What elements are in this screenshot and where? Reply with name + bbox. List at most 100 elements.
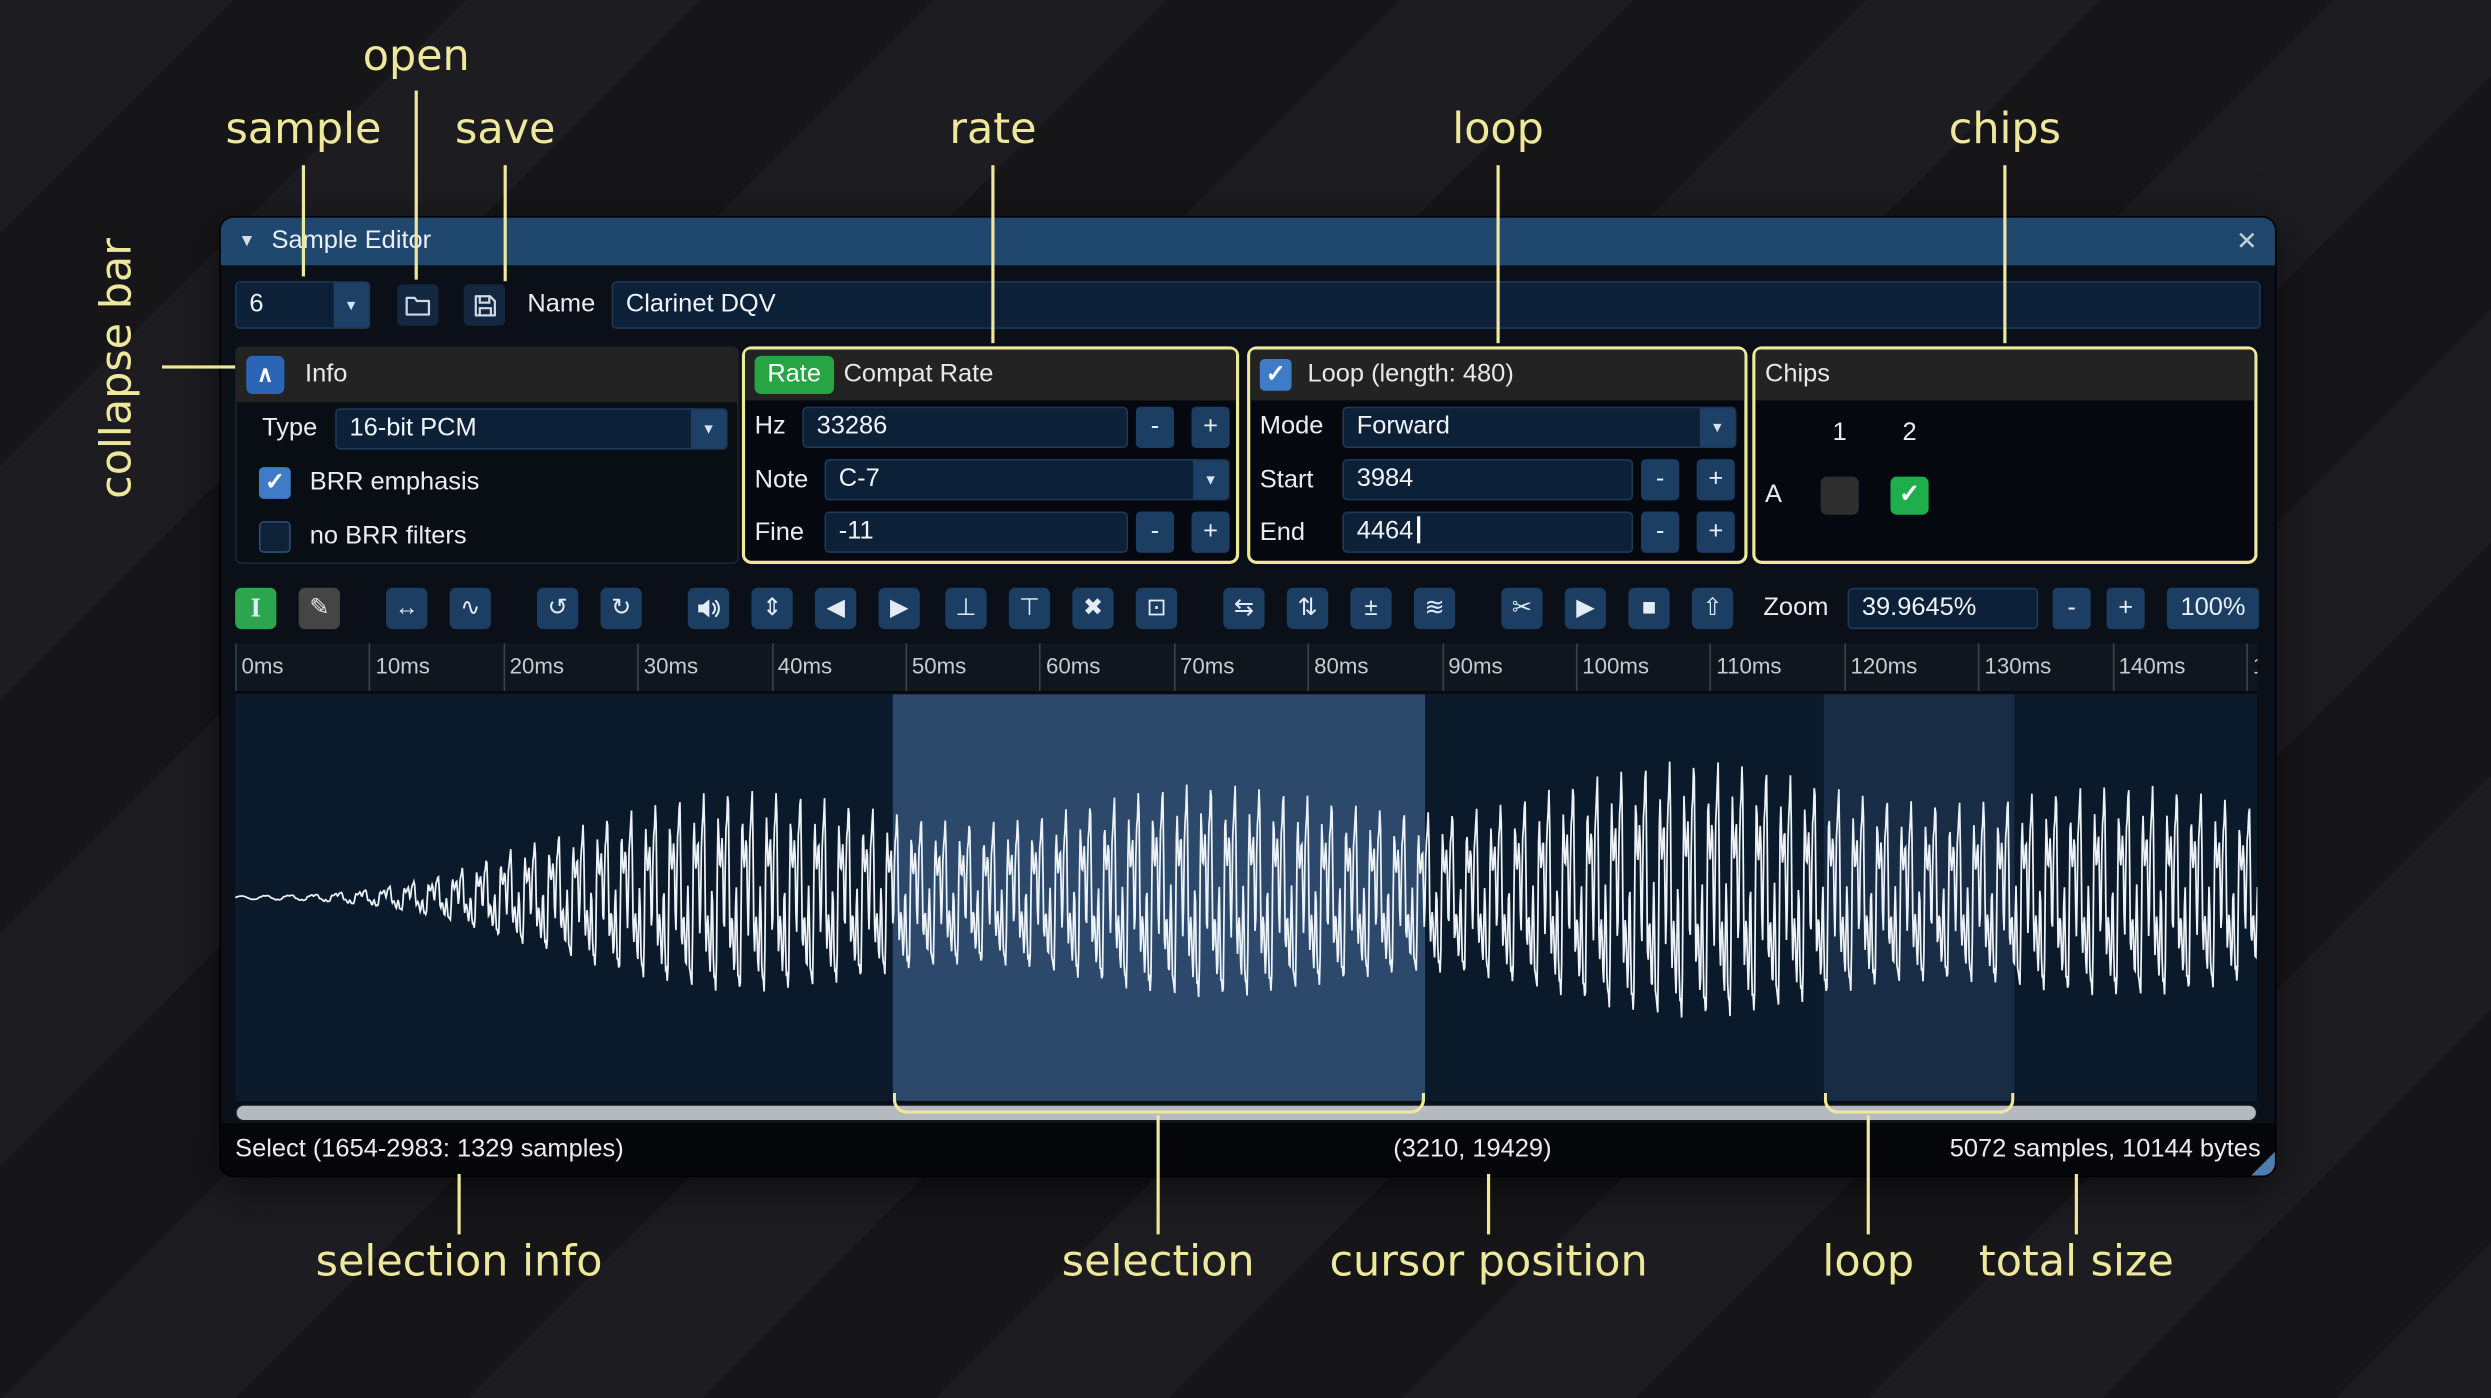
- annotation-loop-top-label: loop: [1452, 104, 1544, 155]
- redo-button[interactable]: ↻: [600, 587, 642, 630]
- annotation-chips-label: chips: [1948, 104, 2062, 155]
- note-label: Note: [754, 467, 809, 495]
- no-brr-filters-checkbox[interactable]: [258, 521, 291, 553]
- loop-enable-checkbox[interactable]: ✓: [1259, 359, 1292, 391]
- ruler-label: 130ms: [1984, 652, 2052, 679]
- loop-end-input[interactable]: 4464: [1342, 511, 1634, 553]
- crossfade-button[interactable]: ✂: [1501, 587, 1543, 630]
- info-panel-title: Info: [305, 360, 348, 388]
- open-folder-icon: [404, 295, 430, 315]
- annotation-selection-info-line: [457, 1174, 461, 1235]
- ruler-tick: [1978, 643, 1980, 692]
- loop-start-decrement-button[interactable]: -: [1641, 459, 1680, 501]
- status-bar: Select (1654-2983: 1329 samples) (3210, …: [220, 1123, 2275, 1176]
- fine-input[interactable]: -11: [824, 511, 1128, 553]
- annotation-sample-label: sample: [225, 104, 382, 155]
- sign-invert-button[interactable]: ±: [1350, 587, 1392, 630]
- title-bar[interactable]: ▼ Sample Editor ✕: [220, 217, 2275, 266]
- mode-label: Mode: [1259, 413, 1324, 441]
- ruler-label: 100ms: [1582, 652, 1650, 679]
- zoom-input[interactable]: 39.9645%: [1847, 587, 2039, 630]
- loop-mode-combo[interactable]: Forward ▼: [1342, 406, 1737, 448]
- ruler-tick: [1173, 643, 1176, 692]
- annotation-sample-line: [301, 165, 306, 277]
- amplify-button[interactable]: [687, 587, 730, 630]
- brr-emphasis-label: BRR emphasis: [309, 468, 480, 496]
- preview-button[interactable]: ▶: [1564, 587, 1607, 630]
- fine-increment-button[interactable]: +: [1191, 511, 1230, 553]
- sample-selector[interactable]: 6 ▼: [235, 281, 371, 329]
- annotation-total-size-label: total size: [1978, 1237, 2174, 1287]
- hz-input[interactable]: 33286: [802, 406, 1128, 448]
- fade-in-button[interactable]: ◀: [814, 587, 857, 630]
- loop-end-increment-button[interactable]: +: [1696, 511, 1735, 553]
- loop-start-label: Start: [1259, 467, 1314, 495]
- brr-emphasis-checkbox[interactable]: ✓: [258, 467, 291, 499]
- sample-type-combo[interactable]: 16-bit PCM ▼: [335, 408, 728, 450]
- window-resize-grip[interactable]: [2251, 1151, 2275, 1176]
- zoom-value: 39.9645%: [1861, 594, 1977, 622]
- loop-start-input[interactable]: 3984: [1342, 459, 1634, 501]
- hz-increment-button[interactable]: +: [1191, 406, 1230, 448]
- waveform-path: [235, 761, 2258, 1018]
- filter-button[interactable]: ≋: [1413, 587, 1456, 630]
- resample-button[interactable]: ∿: [449, 587, 491, 630]
- save-button[interactable]: [463, 284, 506, 326]
- fine-decrement-button[interactable]: -: [1135, 511, 1175, 553]
- ruler-tick: [2112, 643, 2114, 692]
- apply-silence-button[interactable]: ⊤: [1008, 587, 1051, 630]
- zoom-out-button[interactable]: -: [2052, 587, 2091, 630]
- ruler-label: 30ms: [643, 652, 699, 679]
- draw-tool-button[interactable]: ✎: [298, 587, 340, 630]
- normalize-button[interactable]: ⇕: [751, 587, 793, 630]
- undo-button[interactable]: ↺: [536, 587, 579, 630]
- note-value: C-7: [838, 465, 880, 493]
- note-combo[interactable]: C-7 ▼: [824, 459, 1230, 501]
- trim-button[interactable]: ⊡: [1135, 587, 1178, 630]
- open-button[interactable]: [397, 284, 439, 326]
- fade-out-button[interactable]: ▶: [878, 587, 920, 630]
- ruler-label: 70ms: [1180, 652, 1235, 679]
- close-icon[interactable]: ✕: [2236, 226, 2257, 258]
- ruler-tick: [1307, 643, 1310, 692]
- waveform-display[interactable]: [235, 694, 2258, 1101]
- annotation-total-size-line: [2074, 1174, 2078, 1235]
- select-tool-button[interactable]: I: [235, 587, 277, 630]
- reverse-button[interactable]: ⇆: [1223, 587, 1265, 630]
- delete-button[interactable]: ✖: [1072, 587, 1114, 630]
- sample-number-value: 6: [249, 290, 264, 318]
- loop-end-decrement-button[interactable]: -: [1641, 511, 1680, 553]
- info-collapse-button[interactable]: ∧: [246, 355, 285, 394]
- insert-silence-button[interactable]: ⊥: [945, 587, 987, 630]
- chevron-down-icon[interactable]: ▼: [1699, 408, 1735, 447]
- chevron-down-icon[interactable]: ▼: [333, 282, 369, 328]
- ruler-label: 110ms: [1716, 652, 1782, 679]
- zoom-reset-button[interactable]: 100%: [2166, 587, 2260, 630]
- loop-mode-value: Forward: [1356, 413, 1450, 441]
- annotation-rate-line: [991, 165, 995, 344]
- chip-1-checkbox[interactable]: [1820, 476, 1859, 515]
- stop-preview-button[interactable]: ■: [1628, 587, 1670, 630]
- annotation-selection-bracket: [892, 1092, 1426, 1114]
- chevron-down-icon[interactable]: ▼: [1193, 460, 1229, 499]
- annotation-loop-bottom-label: loop: [1822, 1237, 1915, 1287]
- make-wavetable-button[interactable]: ⇧: [1691, 587, 1734, 630]
- chip-2-checkbox[interactable]: ✓: [1890, 476, 1929, 515]
- ruler-tick: [771, 643, 774, 692]
- loop-start-increment-button[interactable]: +: [1696, 459, 1735, 501]
- ruler-tick: [235, 643, 237, 692]
- window-collapse-icon[interactable]: ▼: [238, 232, 255, 251]
- hz-decrement-button[interactable]: -: [1135, 406, 1175, 448]
- ruler-label: 50ms: [911, 652, 967, 679]
- resize-button[interactable]: ↔: [386, 587, 428, 630]
- info-panel: ∧ Info Type 16-bit PCM ▼ ✓ BRR emphasis …: [235, 346, 739, 564]
- zoom-in-button[interactable]: +: [2106, 587, 2145, 630]
- rate-badge[interactable]: Rate: [754, 355, 834, 394]
- ruler-label: 120ms: [1850, 652, 1918, 679]
- invert-button[interactable]: ⇅: [1286, 587, 1329, 630]
- text-caret: [1416, 516, 1420, 544]
- annotation-chips-line: [2003, 165, 2007, 344]
- annotation-loop-top-line: [1496, 165, 1500, 344]
- chevron-down-icon[interactable]: ▼: [691, 409, 727, 448]
- sample-name-input[interactable]: Clarinet DQV: [611, 281, 2261, 329]
